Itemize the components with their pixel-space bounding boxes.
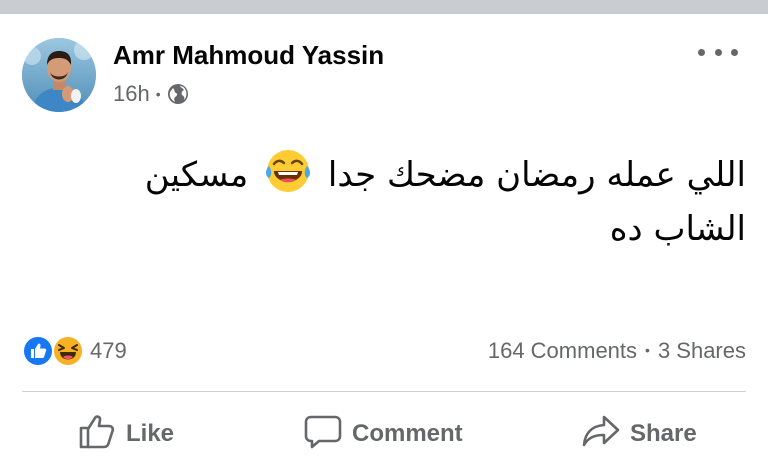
comments-count[interactable]: 164 Comments [488,338,637,363]
like-reaction-icon [22,335,54,367]
share-arrow-icon [582,412,630,457]
shares-count[interactable]: 3 Shares [658,338,746,363]
like-label: Like [126,420,175,447]
post-time[interactable]: 16h [113,81,150,107]
author-name[interactable]: Amr Mahmoud Yassin [113,40,384,71]
reactions-row: 479 164 Comments • 3 Shares [22,334,746,368]
top-strip [0,0,768,14]
share-button[interactable]: Share [582,408,697,460]
more-options-icon [698,48,705,56]
post-text: اللي عمله رمضان مضحك جدا مسكين الشاب ده [60,148,746,256]
meta-separator: • [155,86,161,102]
post-meta: 16h • [113,80,189,108]
globe-icon [167,83,189,105]
share-label: Share [630,420,697,447]
thumbs-up-icon [78,412,126,457]
more-options-button[interactable] [698,40,738,64]
post-text-part-1: اللي عمله رمضان مضحك جدا [327,155,746,195]
reaction-icons[interactable] [22,335,86,367]
avatar[interactable] [22,38,96,112]
comment-button[interactable]: Comment [304,408,463,460]
stats-separator: • [645,342,650,358]
comment-icon [304,412,352,457]
post-header: Amr Mahmoud Yassin 16h • [22,38,746,114]
actions-row: Like Comment Share [22,408,746,460]
comment-label: Comment [352,420,463,447]
reaction-count[interactable]: 479 [90,338,127,364]
divider [22,391,746,392]
engagement-summary: 164 Comments • 3 Shares [488,338,746,364]
laughing-tears-emoji [265,148,311,194]
haha-reaction-icon [52,335,84,367]
like-button[interactable]: Like [78,408,174,460]
